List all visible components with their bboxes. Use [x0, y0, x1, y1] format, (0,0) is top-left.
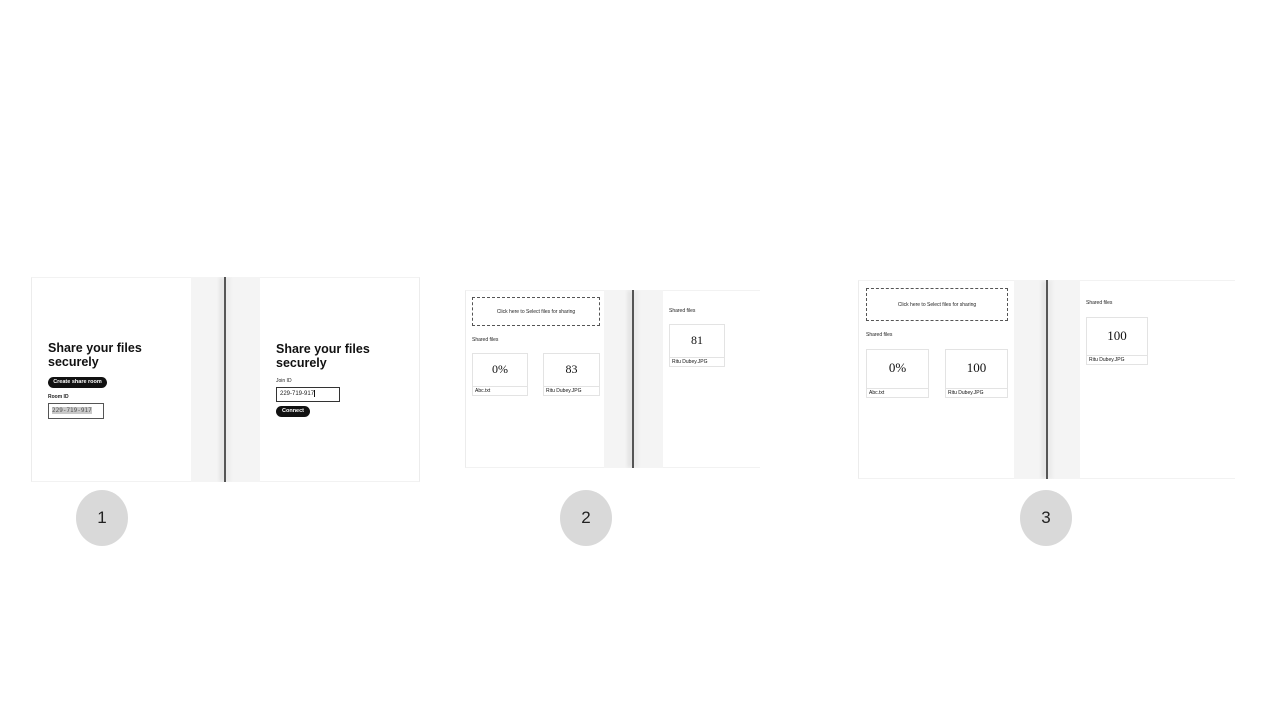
step3-screenshot: Click here to Select files for sharing S…: [858, 280, 1235, 479]
room-id-value: 229-719-917: [52, 407, 92, 414]
receiver-pane: Share your files securely Join ID 229-71…: [260, 277, 420, 482]
file-card: 0% Abc.txt: [866, 349, 929, 398]
shared-files-label: Shared files: [866, 332, 893, 338]
step-2-badge: 2: [560, 490, 612, 546]
shared-files-label: Shared files: [472, 337, 499, 343]
sender-pane: Click here to Select files for sharing S…: [465, 290, 604, 468]
text-caret: [314, 389, 315, 397]
room-id-field[interactable]: 229-719-917: [48, 403, 104, 419]
title-line-2: securely: [276, 356, 327, 370]
title-line-1: Share your files: [276, 342, 370, 356]
receiver-pane: Shared files 100 Ritu Dubey.JPG: [1080, 280, 1235, 479]
step-3-badge: 3: [1020, 490, 1072, 546]
file-name: Ritu Dubey.JPG: [544, 386, 599, 395]
file-card: 81 Ritu Dubey.JPG: [669, 324, 725, 367]
sender-pane: Click here to Select files for sharing S…: [858, 280, 1014, 479]
file-name: Ritu Dubey.JPG: [1087, 355, 1147, 364]
file-card: 100 Ritu Dubey.JPG: [1086, 317, 1148, 365]
title-line-1: Share your files: [48, 341, 142, 355]
sender-pane: Share your files securely Create share r…: [31, 277, 191, 482]
join-id-input[interactable]: 229-719-917: [276, 387, 340, 402]
page-title: Share your files securely: [48, 341, 188, 369]
file-name: Ritu Dubey.JPG: [670, 357, 724, 366]
file-progress: 81: [691, 333, 703, 347]
join-id-label: Join ID: [276, 378, 292, 384]
step1-screenshot: Share your files securely Create share r…: [31, 277, 420, 482]
file-card: 83 Ritu Dubey.JPG: [543, 353, 600, 396]
join-id-value: 229-719-917: [280, 391, 315, 397]
file-card: 0% Abc.txt: [472, 353, 528, 396]
divider-line: [224, 277, 226, 482]
divider-line: [1046, 280, 1048, 479]
shared-files-label: Shared files: [669, 308, 696, 314]
title-line-2: securely: [48, 355, 99, 369]
split-divider: [604, 290, 663, 468]
file-name: Abc.txt: [473, 386, 527, 395]
room-id-label: Room ID: [48, 394, 69, 400]
connect-button[interactable]: Connect: [276, 406, 310, 417]
split-divider: [191, 277, 260, 482]
step-1-badge: 1: [76, 490, 128, 546]
file-progress: 100: [966, 360, 987, 375]
file-progress: 0%: [888, 360, 907, 375]
create-share-room-button[interactable]: Create share room: [48, 377, 107, 388]
file-progress: 83: [565, 362, 578, 376]
file-progress: 0%: [492, 362, 508, 376]
divider-line: [632, 290, 634, 468]
file-progress: 100: [1107, 328, 1127, 343]
file-dropzone[interactable]: Click here to Select files for sharing: [866, 288, 1008, 321]
file-name: Abc.txt: [867, 388, 928, 397]
file-name: Ritu Dubey.JPG: [946, 388, 1007, 397]
step2-screenshot: Click here to Select files for sharing S…: [465, 290, 760, 468]
split-divider: [1014, 280, 1080, 479]
receiver-pane: Shared files 81 Ritu Dubey.JPG: [663, 290, 760, 468]
file-dropzone[interactable]: Click here to Select files for sharing: [472, 297, 600, 326]
shared-files-label: Shared files: [1086, 300, 1113, 306]
page-title: Share your files securely: [276, 342, 416, 370]
file-card: 100 Ritu Dubey.JPG: [945, 349, 1008, 398]
